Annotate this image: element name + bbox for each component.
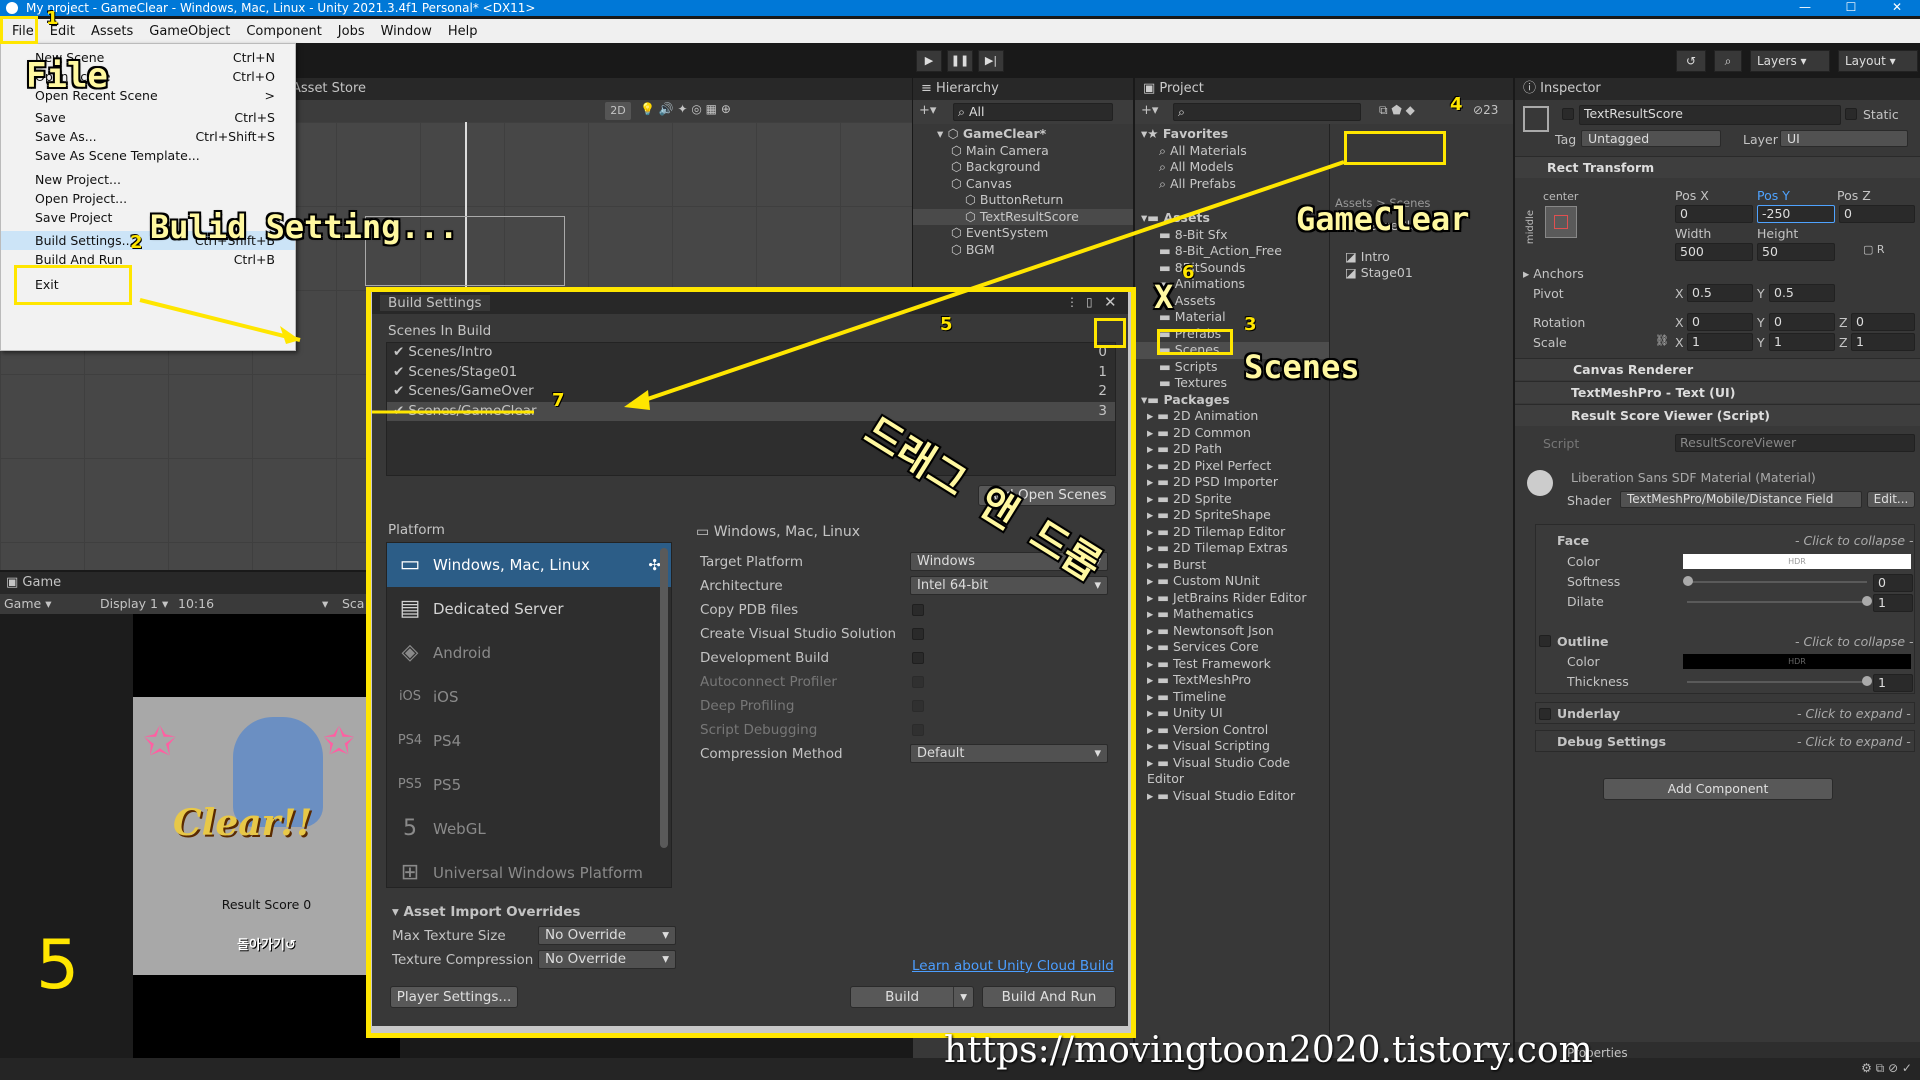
step-number-2: 2	[130, 232, 143, 253]
step-number-4: 4	[1450, 94, 1463, 115]
annotation-gameclear: GameClear	[1296, 200, 1470, 238]
watermark-url: https://movingtoon2020.tistory.com	[944, 1030, 1593, 1071]
step-number-6: 6	[1182, 262, 1195, 283]
step-number-7: 7	[552, 390, 565, 411]
annotation-arrows	[139, 160, 1345, 414]
arrow-head-icon	[624, 390, 650, 410]
arrow-to-build-settings	[139, 298, 301, 342]
step-number-3: 3	[1244, 314, 1257, 335]
annotation-scenes: Scenes	[1244, 348, 1360, 386]
step-number-1: 1	[46, 8, 59, 29]
drag-arrow	[629, 160, 1345, 407]
annotation-x: X	[1154, 278, 1174, 316]
annotation-step-number: 5	[36, 926, 80, 1005]
annotation-build-setting: Bulid Setting...	[150, 208, 459, 246]
annotation-file: File	[26, 56, 108, 96]
step-number-5: 5	[940, 314, 953, 335]
